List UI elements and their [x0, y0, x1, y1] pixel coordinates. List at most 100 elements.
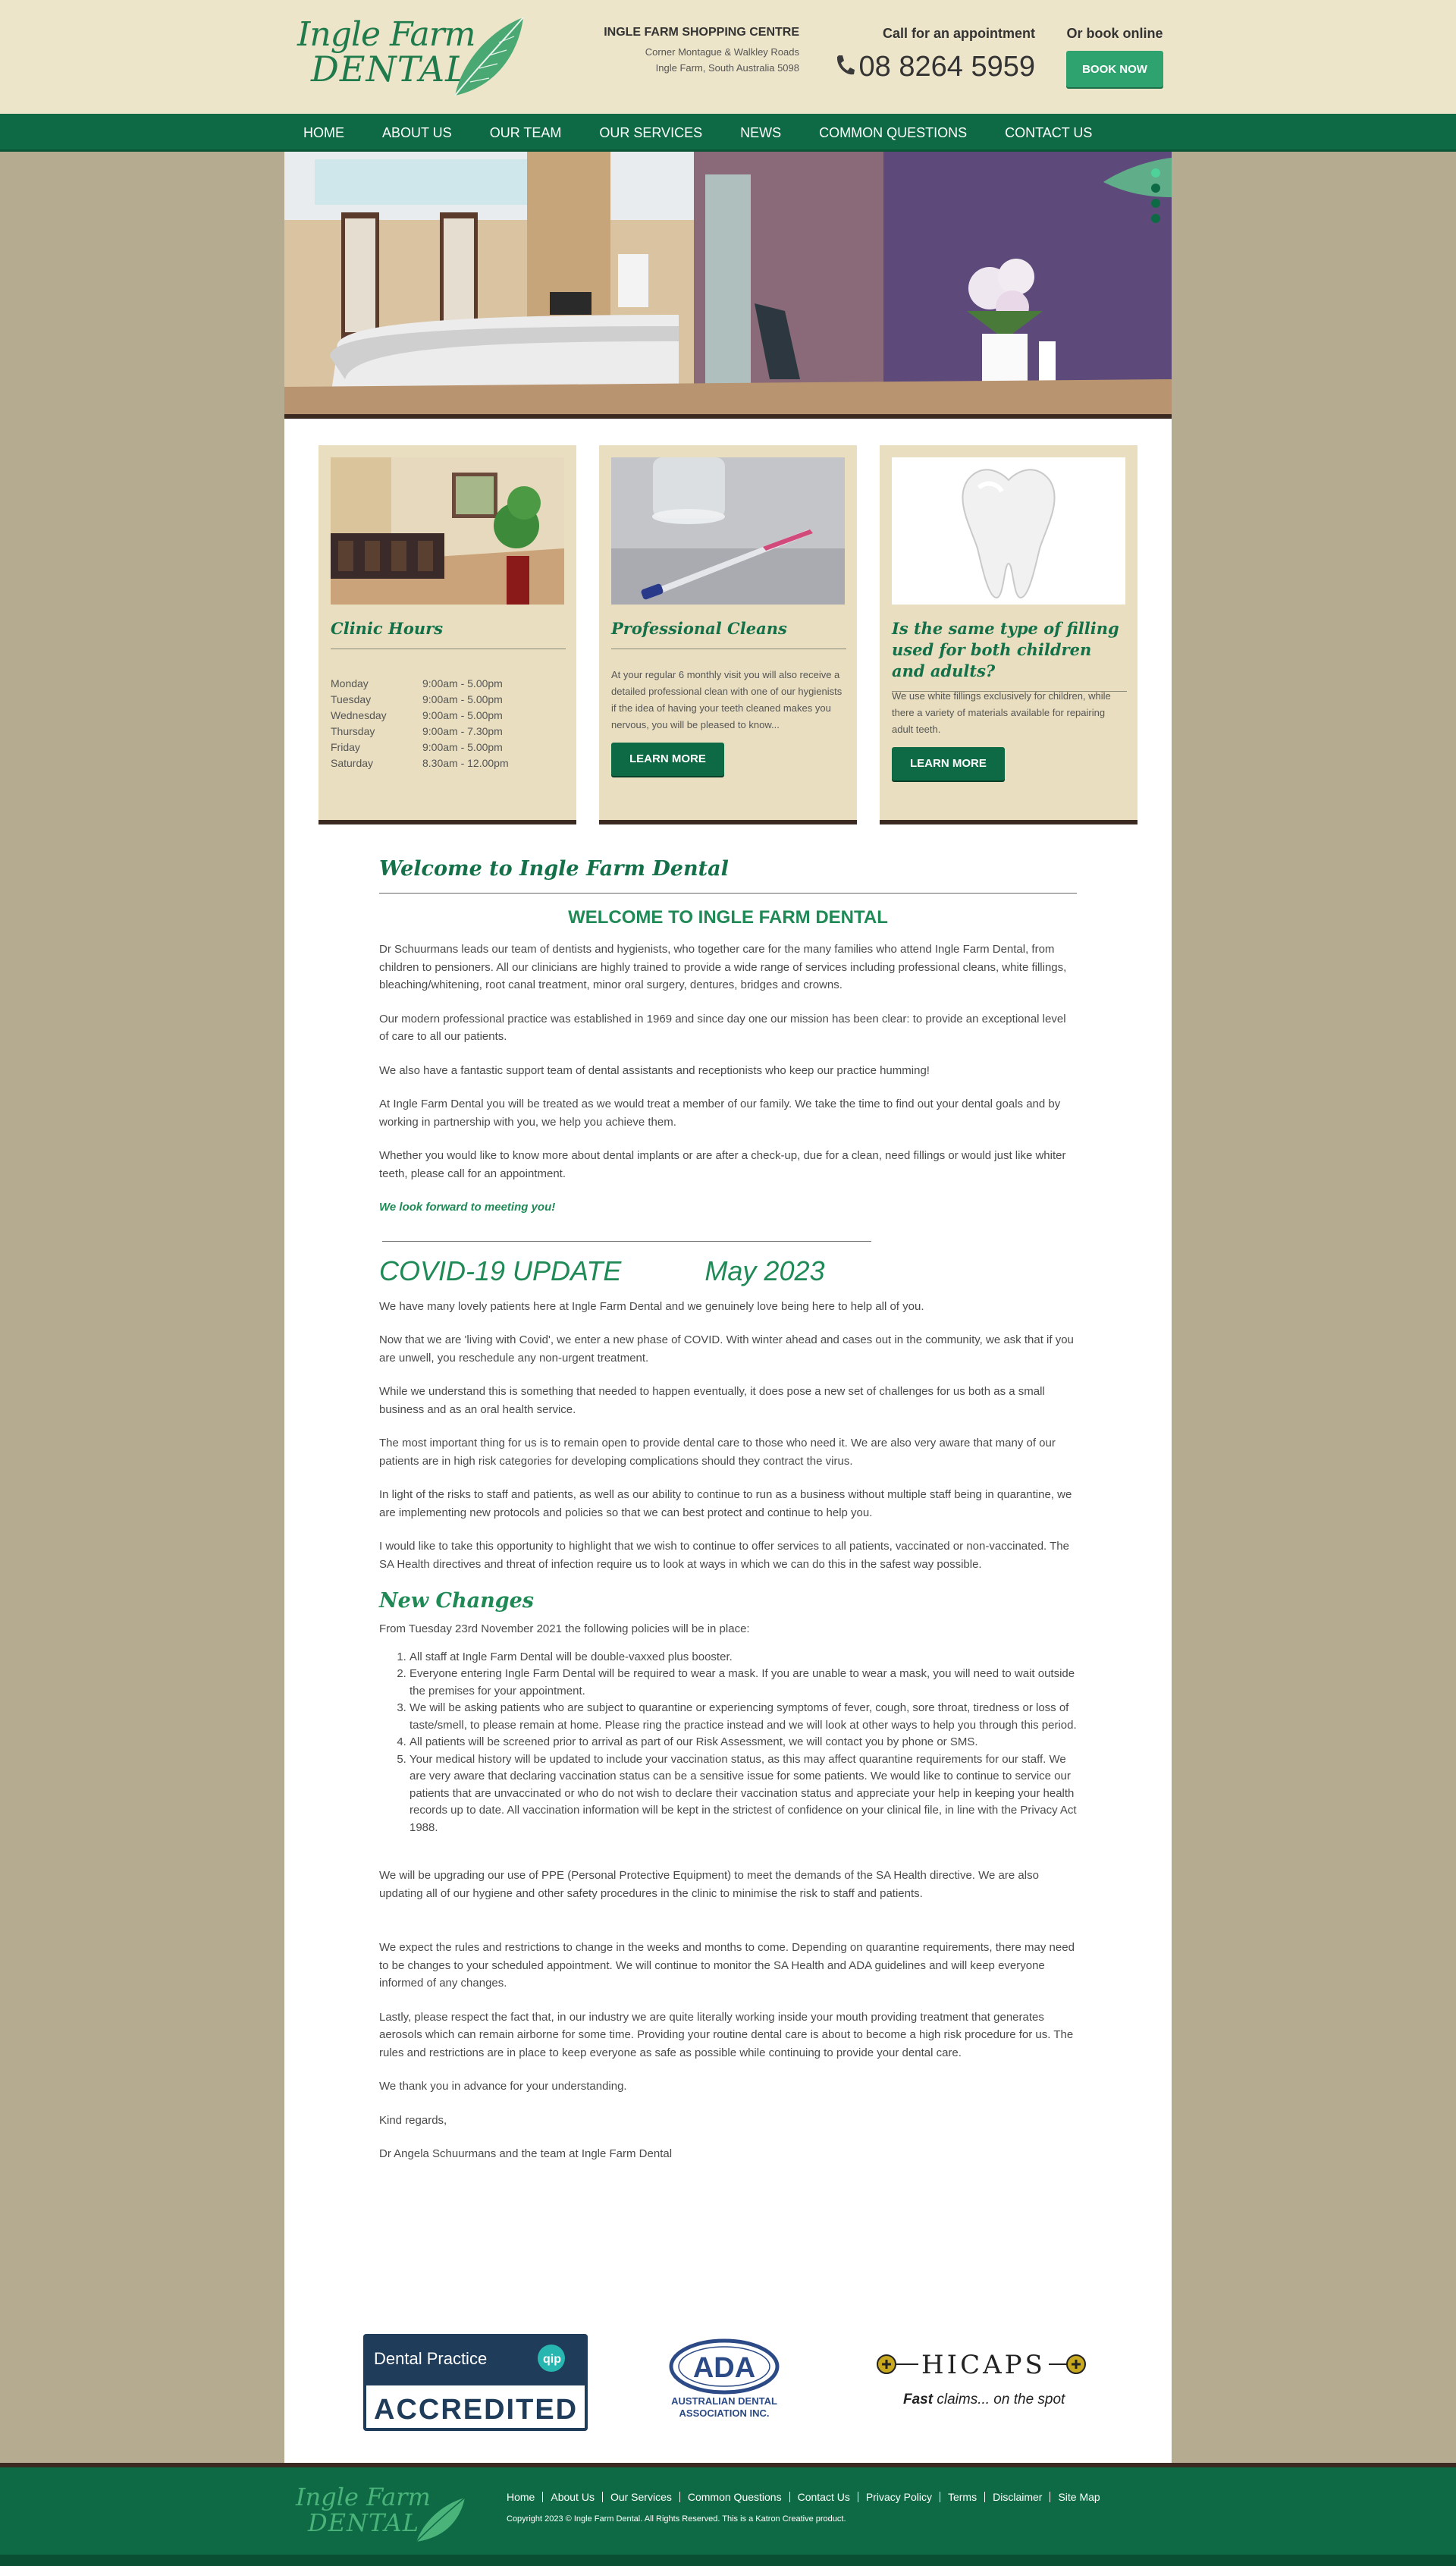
footer-link-site-map[interactable]: Site Map [1050, 2492, 1107, 2502]
ada-logo[interactable]: ADA AUSTRALIAN DENTAL ASSOCIATION INC. [664, 2338, 785, 2425]
footer-link-about-us[interactable]: About Us [542, 2492, 602, 2502]
nav-item-news[interactable]: NEWS [721, 114, 800, 152]
clinic-hours-title: Clinic Hours [331, 618, 566, 649]
footer-links: Home About Us Our Services Common Questi… [507, 2492, 1108, 2502]
address-line2: Ingle Farm, South Australia 5098 [655, 62, 799, 74]
nav-item-contact-us[interactable]: CONTACT US [986, 114, 1111, 152]
nav-item-common-questions[interactable]: COMMON QUESTIONS [800, 114, 986, 152]
covid-title: COVID-19 UPDATE [379, 1255, 622, 1286]
learn-more-cleans-button[interactable]: LEARN MORE [611, 743, 724, 776]
slider-dot-4[interactable] [1151, 214, 1160, 223]
waiting-room-image [331, 457, 564, 605]
hicaps-tag-bold: Fast [903, 2392, 934, 2407]
slider-dot-3[interactable] [1151, 199, 1160, 208]
welcome-paragraph: Dr Schuurmans leads our team of dentists… [379, 943, 1067, 991]
hero-reception-image [284, 152, 1172, 414]
list-item: Your medical history will be updated to … [410, 1751, 1077, 1837]
hero-slider [284, 152, 1172, 419]
phone-icon [835, 52, 855, 84]
qip-badge-text: qip [543, 2353, 561, 2366]
hours-row: Saturday 8.30am - 12.00pm [331, 757, 509, 769]
slider-dot-2[interactable] [1151, 184, 1160, 193]
new-changes-heading: New Changes [379, 1589, 535, 1613]
list-item: We will be asking patients who are subje… [410, 1700, 1077, 1734]
professional-cleans-box: Professional Cleans At your regular 6 mo… [599, 445, 857, 824]
call-label: Call for an appointment [882, 26, 1035, 41]
covid-paragraph: I would like to take this opportunity to… [379, 1540, 1069, 1571]
hours-row: Thursday 9:00am - 7.30pm [331, 725, 503, 737]
site-logo[interactable]: Ingle Farm DENTAL [296, 14, 531, 97]
footer-logo-line2: DENTAL [308, 2508, 419, 2537]
footer-link-common-questions[interactable]: Common Questions [679, 2492, 789, 2502]
main-nav: HOME ABOUT US OUR TEAM OUR SERVICES NEWS… [0, 114, 1456, 152]
covid-date: May 2023 [704, 1255, 825, 1286]
nav-item-our-team[interactable]: OUR TEAM [471, 114, 581, 152]
accredited-logo[interactable]: Dental Practice qip ACCREDITED [363, 2334, 588, 2435]
welcome-heading: Welcome to Ingle Farm Dental [379, 857, 1077, 894]
ppe-paragraph: We will be upgrading our use of PPE (Per… [379, 1869, 1039, 1900]
footer-link-home[interactable]: Home [507, 2492, 542, 2502]
logo-text-line2: DENTAL [311, 49, 469, 90]
footer-link-terms[interactable]: Terms [939, 2492, 984, 2502]
address-title: INGLE FARM SHOPPING CENTRE [604, 26, 799, 39]
list-item: All staff at Ingle Farm Dental will be d… [410, 1649, 1077, 1666]
covid-heading: COVID-19 UPDATE May 2023 [379, 1255, 1077, 1287]
hicaps-logo[interactable]: HICAPS Fast claims... on the spot [876, 2348, 1088, 2420]
phone-number[interactable]: 08 8264 5959 [859, 51, 1035, 83]
toothbrush-image [611, 457, 845, 605]
closing-paragraph: Kind regards, [379, 2113, 447, 2127]
hours-table: Monday 9:00am - 5.00pm Tuesday 9:00am - 5.… [331, 676, 558, 771]
fillings-box: Is the same type of filling used for bot… [880, 445, 1138, 824]
footer-leaf-icon [416, 2497, 466, 2542]
welcome-paragraph: We also have a fantastic support team of… [379, 1063, 930, 1077]
welcome-paragraph: Our modern professional practice was est… [379, 1012, 1066, 1044]
book-block: Or book online BOOK NOW [1062, 26, 1168, 87]
footer-link-disclaimer[interactable]: Disclaimer [984, 2492, 1050, 2502]
nav-item-home[interactable]: HOME [284, 114, 363, 152]
welcome-paragraph: Whether you would like to know more abou… [379, 1149, 1066, 1180]
footer-link-our-services[interactable]: Our Services [601, 2492, 679, 2502]
hours-row: Tuesday 9:00am - 5.00pm [331, 693, 503, 705]
footer-logo-line1: Ingle Farm [296, 2483, 431, 2511]
content-panel: Clinic Hours Monday 9:00am - 5.00pm Tuesd… [284, 152, 1172, 2463]
address-line1: Corner Montague & Walkley Roads [645, 46, 799, 58]
policies-list: All staff at Ingle Farm Dental will be d… [410, 1649, 1077, 1837]
covid-paragraph: The most important thing for us is to re… [379, 1437, 1056, 1468]
book-now-button[interactable]: BOOK NOW [1066, 51, 1163, 87]
nav-item-about-us[interactable]: ABOUT US [363, 114, 471, 152]
ada-mark: ADA [693, 2352, 755, 2384]
footer-logo[interactable]: Ingle Farm DENTAL [296, 2483, 466, 2543]
new-changes-intro: From Tuesday 23rd November 2021 the foll… [379, 1622, 750, 1635]
slider-dots [1151, 168, 1160, 229]
clinic-hours-box: Clinic Hours Monday 9:00am - 5.00pm Tuesd… [318, 445, 576, 824]
list-item: All patients will be screened prior to a… [410, 1734, 1077, 1751]
welcome-paragraph: At Ingle Farm Dental you will be treated… [379, 1098, 1061, 1129]
header: Ingle Farm DENTAL INGLE FARM SHOPPING CE… [0, 0, 1456, 114]
practice-address: INGLE FARM SHOPPING CENTRE Corner Montag… [561, 26, 799, 76]
covid-paragraph: Now that we are 'living with Covid', we … [379, 1333, 1074, 1365]
covid-paragraph: We have many lovely patients here at Ing… [379, 1299, 924, 1313]
hours-row: Wednesday 9:00am - 5.00pm [331, 709, 503, 721]
hours-row: Monday 9:00am - 5.00pm [331, 677, 503, 689]
footer-link-contact-us[interactable]: Contact Us [789, 2492, 858, 2502]
welcome-article: Welcome to Ingle Farm Dental WELCOME TO … [379, 857, 1077, 2179]
closing-paragraph: We expect the rules and restrictions to … [379, 1941, 1075, 1990]
book-label: Or book online [1066, 26, 1163, 41]
slider-dot-1[interactable] [1151, 168, 1160, 177]
leaf-logo-icon [454, 17, 524, 96]
fillings-title: Is the same type of filling used for bot… [892, 618, 1127, 692]
copyright: Copyright 2023 © Ingle Farm Dental. All … [507, 2514, 846, 2524]
accredited-bottom-text: ACCREDITED [374, 2394, 578, 2426]
svg-text:Fast claims... on the spot: Fast claims... on the spot [903, 2392, 1065, 2407]
covid-paragraph: While we understand this is something th… [379, 1385, 1045, 1416]
fillings-text: We use white fillings exclusively for ch… [892, 690, 1111, 735]
nav-item-our-services[interactable]: OUR SERVICES [580, 114, 721, 152]
hicaps-name: HICAPS [921, 2350, 1046, 2380]
signature: Dr Angela Schuurmans and the team at Ing… [379, 2147, 673, 2160]
hicaps-tag: claims... on the spot [933, 2392, 1065, 2407]
footer-link-privacy-policy[interactable]: Privacy Policy [857, 2492, 940, 2502]
learn-more-fillings-button[interactable]: LEARN MORE [892, 747, 1005, 780]
covid-paragraph: In light of the risks to staff and patie… [379, 1488, 1072, 1519]
tooth-image [892, 457, 1125, 605]
accredited-top-text: Dental Practice [374, 2349, 487, 2368]
